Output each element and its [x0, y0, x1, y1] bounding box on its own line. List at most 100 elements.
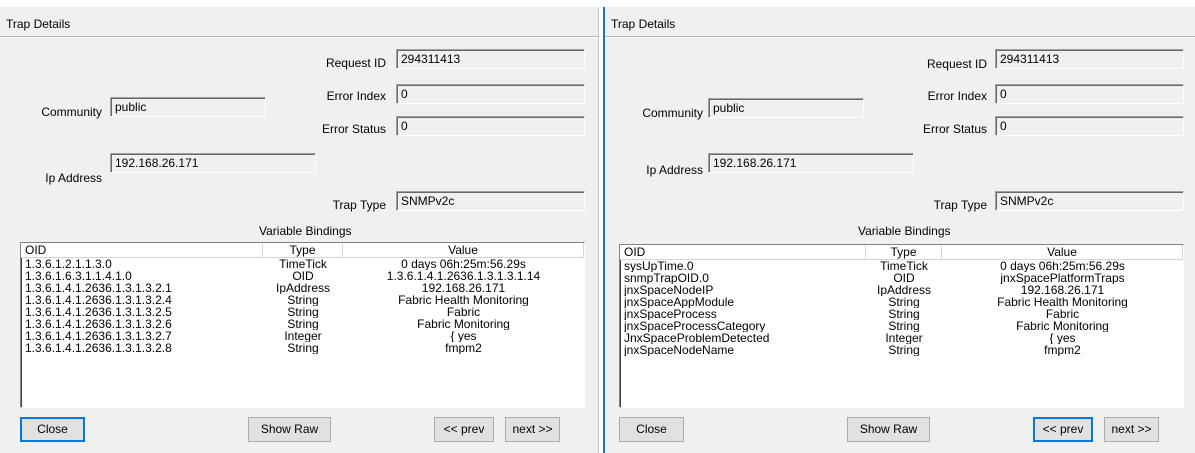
type-cell: TimeTick — [279, 258, 327, 270]
error-index-label: Error Index — [326, 89, 386, 103]
value-cell: fmpm2 — [1044, 344, 1081, 356]
table-row[interactable]: snmpTrapOID.0 OID jnxSpacePlatformTraps — [620, 272, 1183, 284]
table-row[interactable]: 1.3.6.1.4.1.2636.1.3.1.3.2.6 String Fabric… — [21, 318, 584, 330]
type-cell: Integer — [284, 330, 322, 342]
value-cell: { yes — [1049, 332, 1076, 344]
community-field[interactable]: public — [110, 97, 266, 117]
title-divider — [0, 36, 598, 38]
table-row[interactable]: 1.3.6.1.4.1.2636.1.3.1.3.2.7 Integer { yes — [21, 330, 584, 342]
table-row[interactable]: 1.3.6.1.4.1.2636.1.3.1.3.2.1 IpAddress 192… — [21, 282, 584, 294]
error-status-label: Error Status — [321, 122, 386, 136]
value-cell: Fabric — [446, 306, 481, 318]
column-header-oid[interactable]: OID — [620, 245, 866, 260]
value-cell: { yes — [450, 330, 477, 342]
community-field[interactable]: public — [708, 98, 864, 118]
type-cell: String — [287, 306, 319, 318]
trap-type-label: Trap Type — [332, 198, 386, 212]
table-row[interactable]: 1.3.6.1.2.1.1.3.0 TimeTick 0 days 06h:25m:… — [21, 258, 584, 270]
oid-cell: jnxSpaceProcess — [624, 308, 717, 320]
close-button[interactable]: Close — [20, 417, 85, 442]
type-cell: String — [287, 342, 319, 354]
type-cell: IpAddress — [876, 284, 932, 296]
request-id-field[interactable]: 294311413 — [995, 49, 1184, 69]
variable-bindings-label: Variable Bindings — [858, 224, 951, 238]
table-header: OID Type Value — [620, 245, 1183, 260]
table-row[interactable]: jnxSpaceProcess String Fabric — [620, 308, 1183, 320]
value-cell: Fabric Monitoring — [1016, 320, 1109, 332]
request-id-label: Request ID — [926, 57, 987, 71]
oid-cell: 1.3.6.1.4.1.2636.1.3.1.3.2.1 — [25, 282, 172, 294]
table-row[interactable]: jnxSpaceProcessCategory String Fabric Moni… — [620, 320, 1183, 332]
community-label: Community — [642, 106, 703, 120]
value-cell: Fabric Health Monitoring — [997, 296, 1128, 308]
oid-cell: jnxSpaceAppModule — [624, 296, 735, 308]
table-row[interactable]: 1.3.6.1.6.3.1.1.4.1.0 OID 1.3.6.1.4.1.2636… — [21, 270, 584, 282]
error-status-field[interactable]: 0 — [995, 116, 1184, 136]
value-cell: Fabric — [1045, 308, 1080, 320]
value-cell: 1.3.6.1.4.1.2636.1.3.1.3.1.14 — [386, 270, 541, 282]
trap-type-field[interactable]: SNMPv2c — [995, 191, 1184, 211]
prev-button[interactable]: << prev — [434, 417, 494, 442]
show-raw-button[interactable]: Show Raw — [248, 417, 331, 442]
error-index-field[interactable]: 0 — [396, 84, 585, 104]
oid-cell: 1.3.6.1.4.1.2636.1.3.1.3.2.5 — [25, 306, 172, 318]
table-row[interactable]: 1.3.6.1.4.1.2636.1.3.1.3.2.8 String fmpm2 — [21, 342, 584, 354]
oid-cell: 1.3.6.1.4.1.2636.1.3.1.3.2.8 — [25, 342, 172, 354]
type-cell: OID — [893, 272, 915, 284]
oid-cell: 1.3.6.1.4.1.2636.1.3.1.3.2.6 — [25, 318, 172, 330]
oid-cell: sysUpTime.0 — [624, 260, 694, 272]
prev-button[interactable]: << prev — [1033, 417, 1093, 442]
oid-cell: jnxSpaceNodeIP — [624, 284, 714, 296]
type-cell: Integer — [885, 332, 923, 344]
table-row[interactable]: sysUpTime.0 TimeTick 0 days 06h:25m:56.29s — [620, 260, 1183, 272]
oid-cell: 1.3.6.1.2.1.1.3.0 — [25, 258, 112, 270]
value-cell: Fabric Health Monitoring — [398, 294, 529, 306]
column-header-value[interactable]: Value — [942, 245, 1183, 260]
table-row[interactable]: jnxSpaceNodeName String fmpm2 — [620, 344, 1183, 356]
show-raw-button[interactable]: Show Raw — [847, 417, 930, 442]
value-cell: 0 days 06h:25m:56.29s — [1000, 260, 1125, 272]
table-body: sysUpTime.0 TimeTick 0 days 06h:25m:56.29s… — [620, 260, 1183, 356]
trap-details-window-left: Trap Details Request ID 294311413 Error … — [0, 7, 599, 453]
table-row[interactable]: 1.3.6.1.4.1.2636.1.3.1.3.2.5 String Fabric — [21, 306, 584, 318]
table-row[interactable]: 1.3.6.1.4.1.2636.1.3.1.3.2.4 String Fabric… — [21, 294, 584, 306]
column-header-type[interactable]: Type — [866, 245, 942, 260]
community-label: Community — [41, 105, 102, 119]
table-row[interactable]: JnxSpaceProblemDetected Integer { yes — [620, 332, 1183, 344]
window-title: Trap Details — [6, 17, 71, 31]
table-row[interactable]: jnxSpaceNodeIP IpAddress 192.168.26.171 — [620, 284, 1183, 296]
error-status-field[interactable]: 0 — [396, 116, 585, 136]
oid-cell: 1.3.6.1.6.3.1.1.4.1.0 — [25, 270, 132, 282]
column-header-oid[interactable]: OID — [21, 243, 263, 258]
oid-cell: JnxSpaceProblemDetected — [624, 332, 770, 344]
title-divider — [605, 36, 1195, 38]
column-header-value[interactable]: Value — [343, 243, 584, 258]
request-id-field[interactable]: 294311413 — [396, 49, 585, 69]
error-status-label: Error Status — [922, 122, 987, 136]
variable-bindings-table[interactable]: OID Type Value 1.3.6.1.2.1.1.3.0 TimeTick… — [20, 242, 585, 408]
trap-details-window-right: Trap Details Request ID 294311413 Error … — [603, 7, 1195, 453]
column-header-type[interactable]: Type — [263, 243, 343, 258]
variable-bindings-table[interactable]: OID Type Value sysUpTime.0 TimeTick 0 days… — [619, 244, 1184, 408]
type-cell: String — [888, 296, 920, 308]
type-cell: TimeTick — [880, 260, 928, 272]
value-cell: jnxSpacePlatformTraps — [1000, 272, 1125, 284]
type-cell: String — [888, 308, 920, 320]
type-cell: IpAddress — [275, 282, 331, 294]
close-button[interactable]: Close — [619, 417, 684, 442]
table-row[interactable]: jnxSpaceAppModule String Fabric Health Mon… — [620, 296, 1183, 308]
next-button[interactable]: next >> — [1104, 417, 1159, 442]
next-button[interactable]: next >> — [505, 417, 560, 442]
trap-type-label: Trap Type — [933, 198, 987, 212]
ip-address-field[interactable]: 192.168.26.171 — [110, 153, 316, 173]
window-title: Trap Details — [611, 17, 676, 31]
ip-address-label: Ip Address — [45, 171, 102, 185]
oid-cell: jnxSpaceProcessCategory — [624, 320, 766, 332]
ip-address-field[interactable]: 192.168.26.171 — [708, 153, 914, 173]
type-cell: String — [888, 320, 920, 332]
oid-cell: snmpTrapOID.0 — [624, 272, 709, 284]
type-cell: String — [287, 318, 319, 330]
value-cell: fmpm2 — [445, 342, 482, 354]
trap-type-field[interactable]: SNMPv2c — [396, 191, 585, 211]
error-index-field[interactable]: 0 — [995, 84, 1184, 104]
